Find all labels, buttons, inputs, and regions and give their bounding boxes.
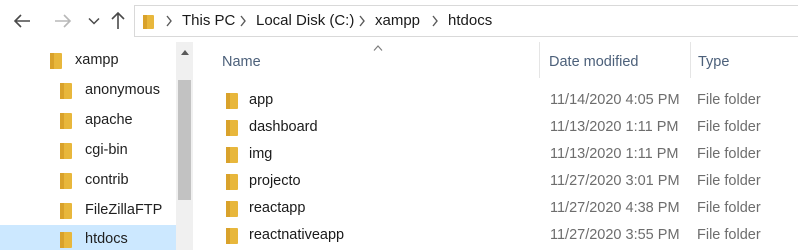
- file-date-modified: 11/13/2020 1:11 PM: [550, 146, 679, 162]
- file-name: app: [249, 92, 274, 108]
- file-type: File folder: [697, 227, 761, 243]
- folder-icon: [226, 93, 238, 109]
- back-button[interactable]: [10, 8, 34, 34]
- chevron-right-icon: [432, 15, 438, 27]
- list-item[interactable]: img 11/13/2020 1:11 PM File folder: [193, 141, 798, 168]
- list-item[interactable]: app 11/14/2020 4:05 PM File folder: [193, 87, 798, 114]
- file-date-modified: 11/27/2020 3:01 PM: [550, 173, 680, 189]
- folder-icon: [60, 203, 72, 219]
- chevron-up-icon[interactable]: [181, 49, 189, 55]
- list-item[interactable]: projecto 11/27/2020 3:01 PM File folder: [193, 168, 798, 195]
- folder-icon: [60, 232, 72, 248]
- scrollbar-thumb[interactable]: [178, 80, 191, 200]
- tree-item-label: xampp: [75, 52, 119, 68]
- up-button[interactable]: [108, 8, 128, 34]
- chevron-down-icon: [88, 17, 100, 25]
- folder-icon: [50, 53, 62, 69]
- file-type: File folder: [697, 173, 761, 189]
- breadcrumb-htdocs[interactable]: htdocs: [448, 12, 492, 29]
- column-header-date[interactable]: Date modified: [549, 54, 638, 70]
- folder-icon: [60, 143, 72, 159]
- file-name: dashboard: [249, 119, 318, 135]
- folder-icon: [226, 120, 238, 136]
- column-header-row: Name Date modified Type: [193, 42, 798, 82]
- file-name: img: [249, 146, 273, 162]
- tree-item-apache[interactable]: apache: [60, 106, 175, 136]
- chevron-right-icon: [359, 15, 365, 27]
- tree-item-label: htdocs: [85, 231, 128, 247]
- tree-item-label: apache: [85, 112, 133, 128]
- back-arrow-icon: [13, 14, 30, 28]
- file-type: File folder: [697, 92, 761, 108]
- file-name: reactnativeapp: [249, 227, 345, 243]
- folder-icon: [60, 113, 72, 129]
- column-header-type[interactable]: Type: [698, 54, 729, 70]
- chevron-right-icon: [166, 15, 172, 27]
- tree-item-label: FileZillaFTP: [85, 202, 163, 218]
- tree-item-label: anonymous: [85, 82, 160, 98]
- folder-icon: [226, 147, 238, 163]
- tree-item-label: cgi-bin: [85, 142, 128, 158]
- chevron-right-icon: [240, 15, 246, 27]
- column-divider[interactable]: [690, 42, 691, 78]
- file-date-modified: 11/27/2020 3:55 PM: [550, 227, 680, 243]
- file-name: projecto: [249, 173, 301, 189]
- folder-icon: [60, 83, 72, 99]
- tree-item-anonymous[interactable]: anonymous: [60, 76, 175, 106]
- file-date-modified: 11/27/2020 4:38 PM: [550, 200, 680, 216]
- folder-icon: [143, 15, 154, 29]
- file-type: File folder: [697, 200, 761, 216]
- file-name: reactapp: [249, 200, 306, 216]
- column-divider[interactable]: [539, 42, 540, 78]
- recent-locations-button[interactable]: [86, 8, 102, 34]
- list-item[interactable]: reactapp 11/27/2020 4:38 PM File folder: [193, 195, 798, 222]
- file-type: File folder: [697, 119, 761, 135]
- forward-button[interactable]: [51, 8, 75, 34]
- forward-arrow-icon: [55, 14, 72, 28]
- breadcrumb-local-disk[interactable]: Local Disk (C:): [256, 12, 354, 29]
- file-date-modified: 11/14/2020 4:05 PM: [550, 92, 680, 108]
- tree-item-xampp[interactable]: xampp: [50, 46, 175, 76]
- address-bar[interactable]: This PC Local Disk (C:) xampp htdocs: [134, 5, 798, 37]
- tree-item-contrib[interactable]: contrib: [60, 166, 175, 196]
- file-type: File folder: [697, 146, 761, 162]
- list-item[interactable]: dashboard 11/13/2020 1:11 PM File folder: [193, 114, 798, 141]
- folder-icon: [226, 201, 238, 217]
- column-header-name[interactable]: Name: [222, 54, 261, 70]
- breadcrumb-xampp[interactable]: xampp: [375, 12, 420, 29]
- list-item[interactable]: reactnativeapp 11/27/2020 3:55 PM File f…: [193, 222, 798, 249]
- file-date-modified: 11/13/2020 1:11 PM: [550, 119, 679, 135]
- folder-icon: [226, 174, 238, 190]
- address-row: This PC Local Disk (C:) xampp htdocs: [0, 0, 798, 42]
- tree-item-htdocs[interactable]: htdocs: [0, 225, 176, 250]
- tree-item-label: contrib: [85, 172, 129, 188]
- tree-item-cgi-bin[interactable]: cgi-bin: [60, 136, 175, 166]
- breadcrumb-this-pc[interactable]: This PC: [182, 12, 235, 29]
- folder-icon: [226, 228, 238, 244]
- folder-icon: [60, 173, 72, 189]
- tree-item-filezillaftp[interactable]: FileZillaFTP: [60, 196, 175, 226]
- up-arrow-icon: [111, 12, 125, 29]
- sort-ascending-icon: [373, 45, 383, 51]
